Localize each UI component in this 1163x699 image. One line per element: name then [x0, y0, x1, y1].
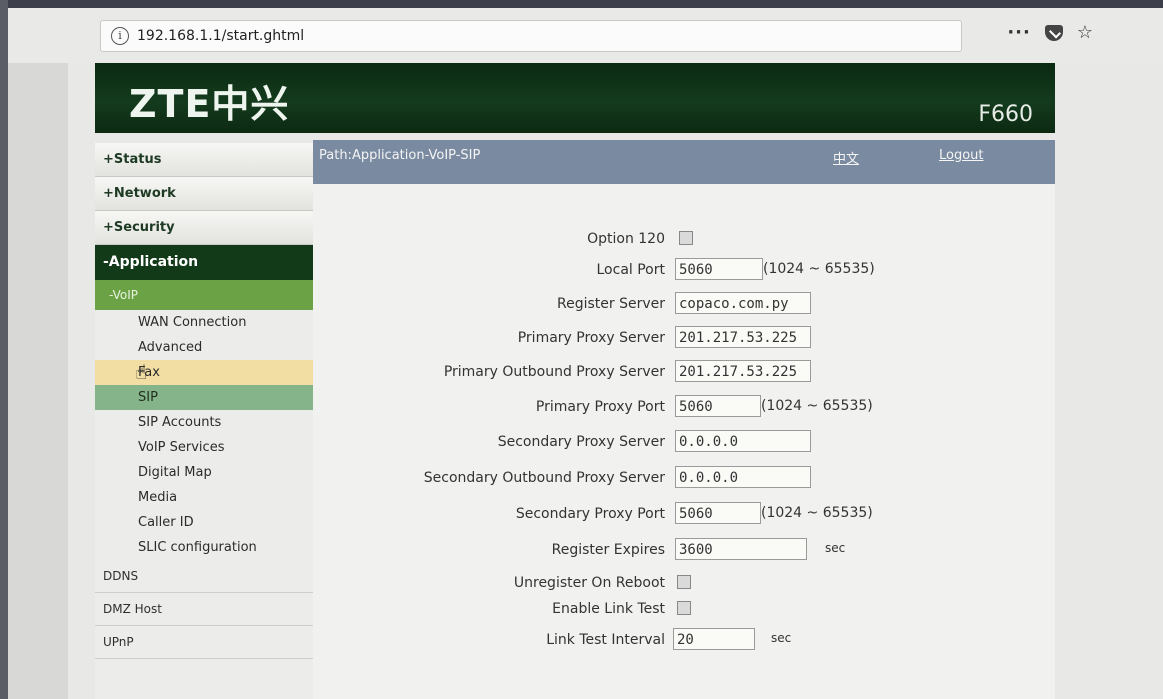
row-secondary-proxy-port: Secondary Proxy Port 5060 (1024 ~ 65535) — [313, 502, 1055, 530]
nav-caller-id[interactable]: Caller ID — [95, 510, 313, 535]
option120-label: Option 120 — [587, 231, 665, 247]
logout-link[interactable]: Logout — [939, 148, 984, 163]
row-unregister-on-reboot: Unregister On Reboot — [313, 571, 1055, 599]
register-server-label: Register Server — [556, 296, 665, 312]
bookmark-star-icon[interactable]: ☆ — [1077, 22, 1093, 43]
primary-proxy-server-input[interactable]: 201.217.53.225 — [675, 326, 811, 348]
primary-proxy-port-range: (1024 ~ 65535) — [761, 398, 873, 414]
screen-bezel-top — [0, 0, 1163, 8]
nav-application[interactable]: -Application — [95, 245, 313, 280]
browser-toolbar: i 192.168.1.1/start.ghtml ··· ☆ — [8, 8, 1163, 63]
nav-upnp[interactable]: UPnP — [95, 626, 313, 659]
main-content: Path:Application-VoIP-SIP 中文 Logout Opti… — [313, 140, 1055, 699]
primary-outbound-input[interactable]: 201.217.53.225 — [675, 360, 811, 382]
register-expires-input[interactable]: 3600 — [675, 538, 807, 560]
primary-proxy-port-input[interactable]: 5060 — [675, 395, 761, 417]
secondary-proxy-server-input[interactable]: 0.0.0.0 — [675, 430, 811, 452]
nav-status[interactable]: +Status — [95, 143, 313, 177]
row-primary-outbound-proxy: Primary Outbound Proxy Server 201.217.53… — [313, 360, 1055, 388]
row-primary-proxy-server: Primary Proxy Server 201.217.53.225 — [313, 326, 1055, 354]
path-bar: Path:Application-VoIP-SIP 中文 Logout — [313, 140, 1055, 184]
nav-digital-map[interactable]: Digital Map — [95, 460, 313, 485]
row-secondary-outbound-proxy: Secondary Outbound Proxy Server 0.0.0.0 — [313, 466, 1055, 494]
nav-ddns[interactable]: DDNS — [95, 560, 313, 593]
hand-cursor-icon: ☝ — [135, 360, 148, 384]
nav-sip[interactable]: SIP — [95, 385, 313, 410]
url-text: 192.168.1.1/start.ghtml — [137, 28, 305, 44]
nav-media[interactable]: Media — [95, 485, 313, 510]
language-link[interactable]: 中文 — [833, 148, 859, 167]
row-enable-link-test: Enable Link Test — [313, 597, 1055, 625]
row-register-expires: Register Expires 3600 sec — [313, 538, 1055, 566]
secondary-outbound-input[interactable]: 0.0.0.0 — [675, 466, 811, 488]
nav-fax[interactable]: Fax ☝ — [95, 360, 313, 385]
row-secondary-proxy-server: Secondary Proxy Server 0.0.0.0 — [313, 430, 1055, 458]
address-bar[interactable]: i 192.168.1.1/start.ghtml — [100, 20, 962, 52]
header-banner: ZTE中兴 F660 — [95, 63, 1055, 133]
link-interval-input[interactable]: 20 — [673, 628, 755, 650]
row-option120: Option 120 — [313, 227, 1055, 255]
secondary-proxy-port-input[interactable]: 5060 — [675, 502, 761, 524]
info-icon[interactable]: i — [111, 27, 129, 45]
link-test-label: Enable Link Test — [552, 601, 665, 617]
secondary-proxy-port-range: (1024 ~ 65535) — [761, 505, 873, 521]
nav-dmz-host[interactable]: DMZ Host — [95, 593, 313, 626]
unregister-label: Unregister On Reboot — [513, 575, 665, 591]
secondary-outbound-label: Secondary Outbound Proxy Server — [423, 470, 665, 486]
local-port-input[interactable]: 5060 — [675, 258, 763, 280]
link-test-checkbox[interactable] — [677, 601, 691, 615]
register-expires-unit: sec — [825, 541, 846, 555]
row-local-port: Local Port 5060 (1024 ~ 65535) — [313, 258, 1055, 286]
nav-security[interactable]: +Security — [95, 211, 313, 245]
router-page: ZTE中兴 F660 +Status +Network +Security -A… — [68, 63, 1163, 699]
row-primary-proxy-port: Primary Proxy Port 5060 (1024 ~ 65535) — [313, 395, 1055, 423]
nav-network[interactable]: +Network — [95, 177, 313, 211]
primary-proxy-server-label: Primary Proxy Server — [517, 330, 665, 346]
primary-proxy-port-label: Primary Proxy Port — [535, 399, 665, 415]
toolbar-icons: ··· ☆ — [1007, 22, 1093, 43]
nav-voip[interactable]: -VoIP — [95, 280, 313, 310]
nav-voip-services[interactable]: VoIP Services — [95, 435, 313, 460]
secondary-proxy-server-label: Secondary Proxy Server — [497, 434, 665, 450]
nav-advanced[interactable]: Advanced — [95, 335, 313, 360]
sidebar-nav: +Status +Network +Security -Application … — [95, 143, 313, 699]
link-interval-unit: sec — [771, 631, 792, 645]
zte-logo: ZTE中兴 — [129, 82, 290, 126]
breadcrumb: Path:Application-VoIP-SIP — [319, 148, 481, 163]
nav-slic-configuration[interactable]: SLIC configuration — [95, 535, 313, 560]
row-link-test-interval: Link Test Interval 20 sec — [313, 628, 1055, 656]
model-name: F660 — [978, 102, 1033, 127]
screen-bezel-left — [0, 0, 8, 699]
link-interval-label: Link Test Interval — [546, 632, 665, 648]
local-port-label: Local Port — [596, 262, 666, 278]
primary-outbound-label: Primary Outbound Proxy Server — [443, 364, 665, 380]
pocket-icon[interactable] — [1044, 24, 1063, 41]
nav-sip-accounts[interactable]: SIP Accounts — [95, 410, 313, 435]
secondary-proxy-port-label: Secondary Proxy Port — [515, 506, 665, 522]
page-actions-menu-icon[interactable]: ··· — [1007, 22, 1031, 43]
local-port-range: (1024 ~ 65535) — [763, 261, 875, 277]
register-server-input[interactable]: copaco.com.py — [675, 292, 811, 314]
nav-wan-connection[interactable]: WAN Connection — [95, 310, 313, 335]
row-register-server: Register Server copaco.com.py — [313, 292, 1055, 320]
register-expires-label: Register Expires — [551, 542, 665, 558]
option120-checkbox[interactable] — [679, 231, 693, 245]
unregister-checkbox[interactable] — [677, 575, 691, 589]
